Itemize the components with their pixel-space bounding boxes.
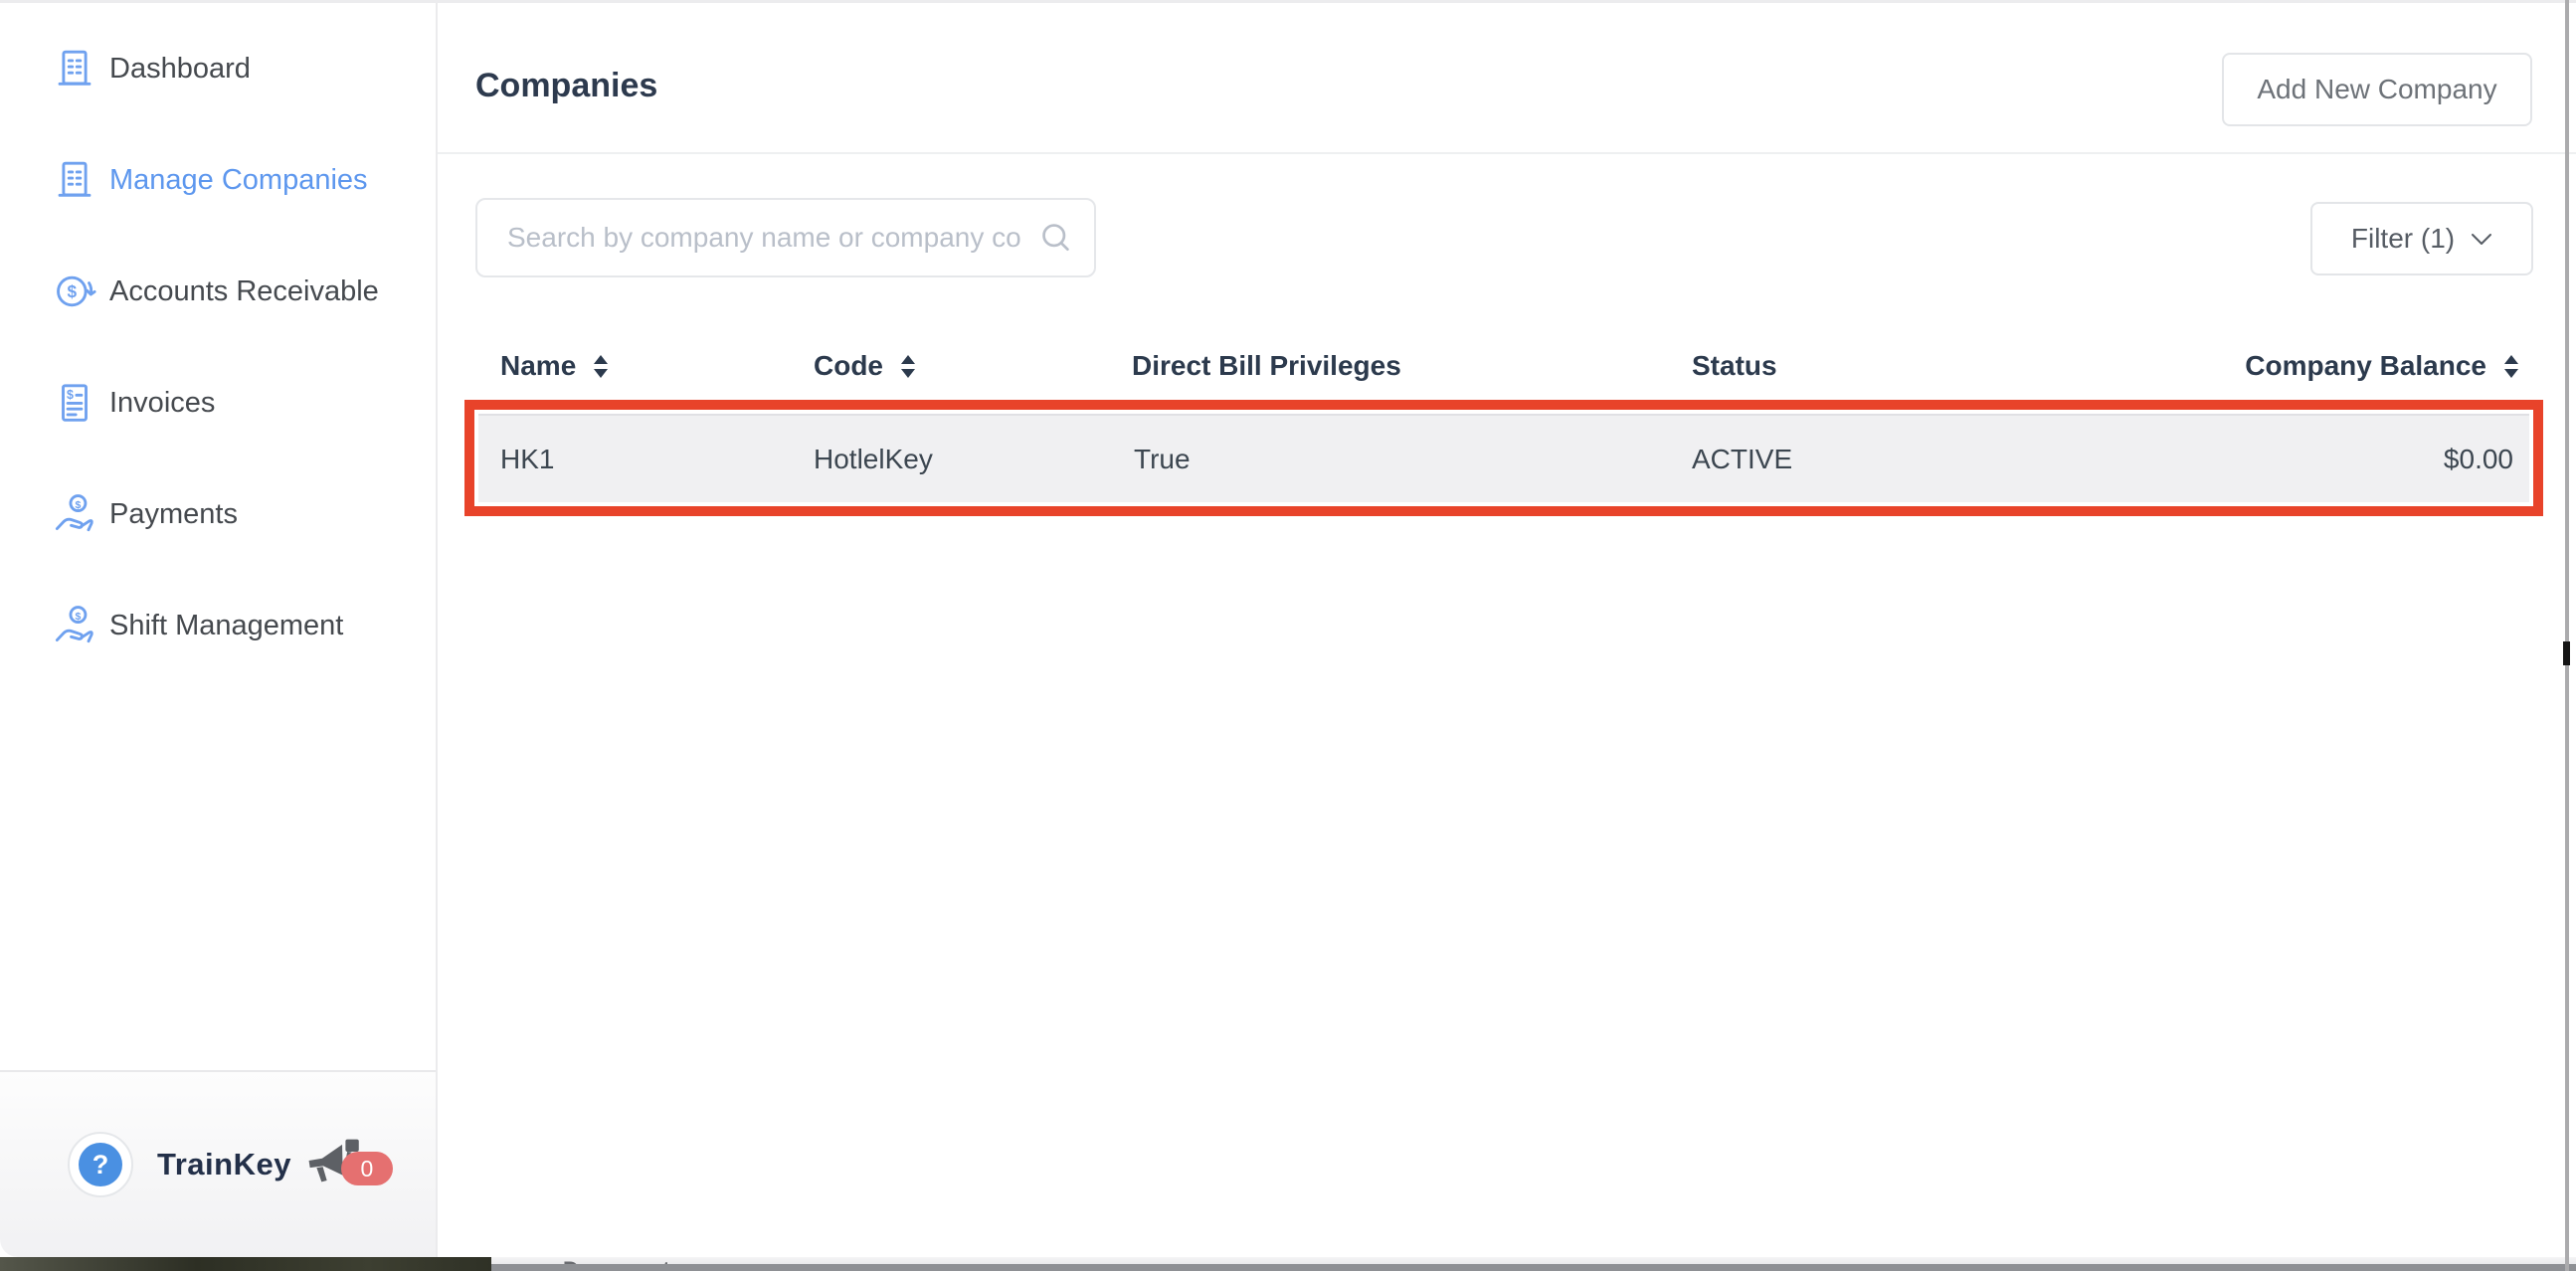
hand-coin-icon: $	[52, 491, 97, 537]
hand-coin-icon: $	[52, 603, 97, 648]
company-clipboard-icon	[52, 157, 97, 203]
filter-label: Filter (1)	[2351, 223, 2455, 255]
chevron-down-icon	[2471, 233, 2492, 246]
column-header-company-balance[interactable]: Company Balance	[2245, 339, 2518, 393]
desktop-background-window-edge: Documents	[491, 1256, 2576, 1271]
sidebar-item-payments[interactable]: $ Payments	[0, 458, 436, 570]
search-input[interactable]	[475, 198, 1096, 277]
sidebar-item-dashboard[interactable]: Dashboard	[0, 13, 436, 124]
notification-badge: 0	[341, 1152, 393, 1185]
invoice-document-icon: $	[52, 380, 97, 426]
cell-name: HK1	[500, 444, 554, 475]
sidebar-item-accounts-receivable[interactable]: $ Accounts Receivable	[0, 236, 436, 347]
svg-text:$: $	[67, 388, 74, 402]
main-content: Companies Add New Company Filter (1) Nam…	[438, 3, 2576, 1257]
svg-text:$: $	[76, 499, 82, 511]
sidebar-item-label: Payments	[109, 498, 238, 531]
filter-button[interactable]: Filter (1)	[2310, 202, 2533, 275]
add-new-company-button[interactable]: Add New Company	[2222, 53, 2532, 126]
sidebar-item-manage-companies[interactable]: Manage Companies	[0, 124, 436, 236]
table-row[interactable]: HK1 HotlelKey True ACTIVE $0.00	[478, 414, 2529, 502]
sidebar: Dashboard Manage Companies $	[0, 3, 438, 1257]
help-button[interactable]: ?	[68, 1132, 133, 1197]
scrollbar-thumb[interactable]	[2563, 641, 2570, 665]
column-header-code[interactable]: Code	[814, 339, 915, 393]
sidebar-item-shift-management[interactable]: $ Shift Management	[0, 570, 436, 681]
column-header-direct-bill-privileges: Direct Bill Privileges	[1132, 339, 1401, 393]
sidebar-footer: ? TrainKey 0	[0, 1070, 436, 1257]
question-mark-icon: ?	[79, 1143, 122, 1186]
search-icon	[1038, 220, 1074, 256]
announcements-button[interactable]: 0	[303, 1136, 395, 1193]
sidebar-item-label: Dashboard	[109, 53, 251, 86]
cell-status: ACTIVE	[1692, 444, 1792, 475]
header-divider	[438, 152, 2576, 154]
column-header-status: Status	[1692, 339, 1777, 393]
trainkey-brand-label: TrainKey	[157, 1147, 291, 1182]
sidebar-item-invoices[interactable]: $ Invoices	[0, 347, 436, 458]
window-top-edge	[0, 0, 2576, 3]
search-box	[475, 198, 1096, 277]
dollar-circle-arrow-icon: $	[52, 269, 97, 314]
sidebar-item-label: Accounts Receivable	[109, 275, 379, 308]
cell-direct-bill-privileges: True	[1134, 444, 1191, 475]
sidebar-nav: Dashboard Manage Companies $	[0, 3, 436, 681]
scrollbar-track	[2565, 0, 2569, 1271]
sort-arrows-icon	[2504, 355, 2518, 378]
svg-text:$: $	[76, 611, 82, 623]
sort-arrows-icon	[901, 355, 915, 378]
svg-text:$: $	[68, 281, 78, 301]
sort-arrows-icon	[594, 355, 608, 378]
column-header-name[interactable]: Name	[500, 339, 608, 393]
cell-code: HotlelKey	[814, 444, 933, 475]
annotation-highlight-box: HK1 HotlelKey True ACTIVE $0.00	[464, 400, 2543, 516]
sidebar-item-label: Invoices	[109, 387, 215, 420]
table-header-row: Name Code Direct Bill Privileges Status …	[438, 339, 2576, 393]
sidebar-item-label: Manage Companies	[109, 164, 368, 197]
cell-company-balance: $0.00	[2444, 444, 2513, 475]
company-clipboard-icon	[52, 46, 97, 91]
page-title: Companies	[475, 67, 657, 105]
sidebar-item-label: Shift Management	[109, 610, 343, 642]
